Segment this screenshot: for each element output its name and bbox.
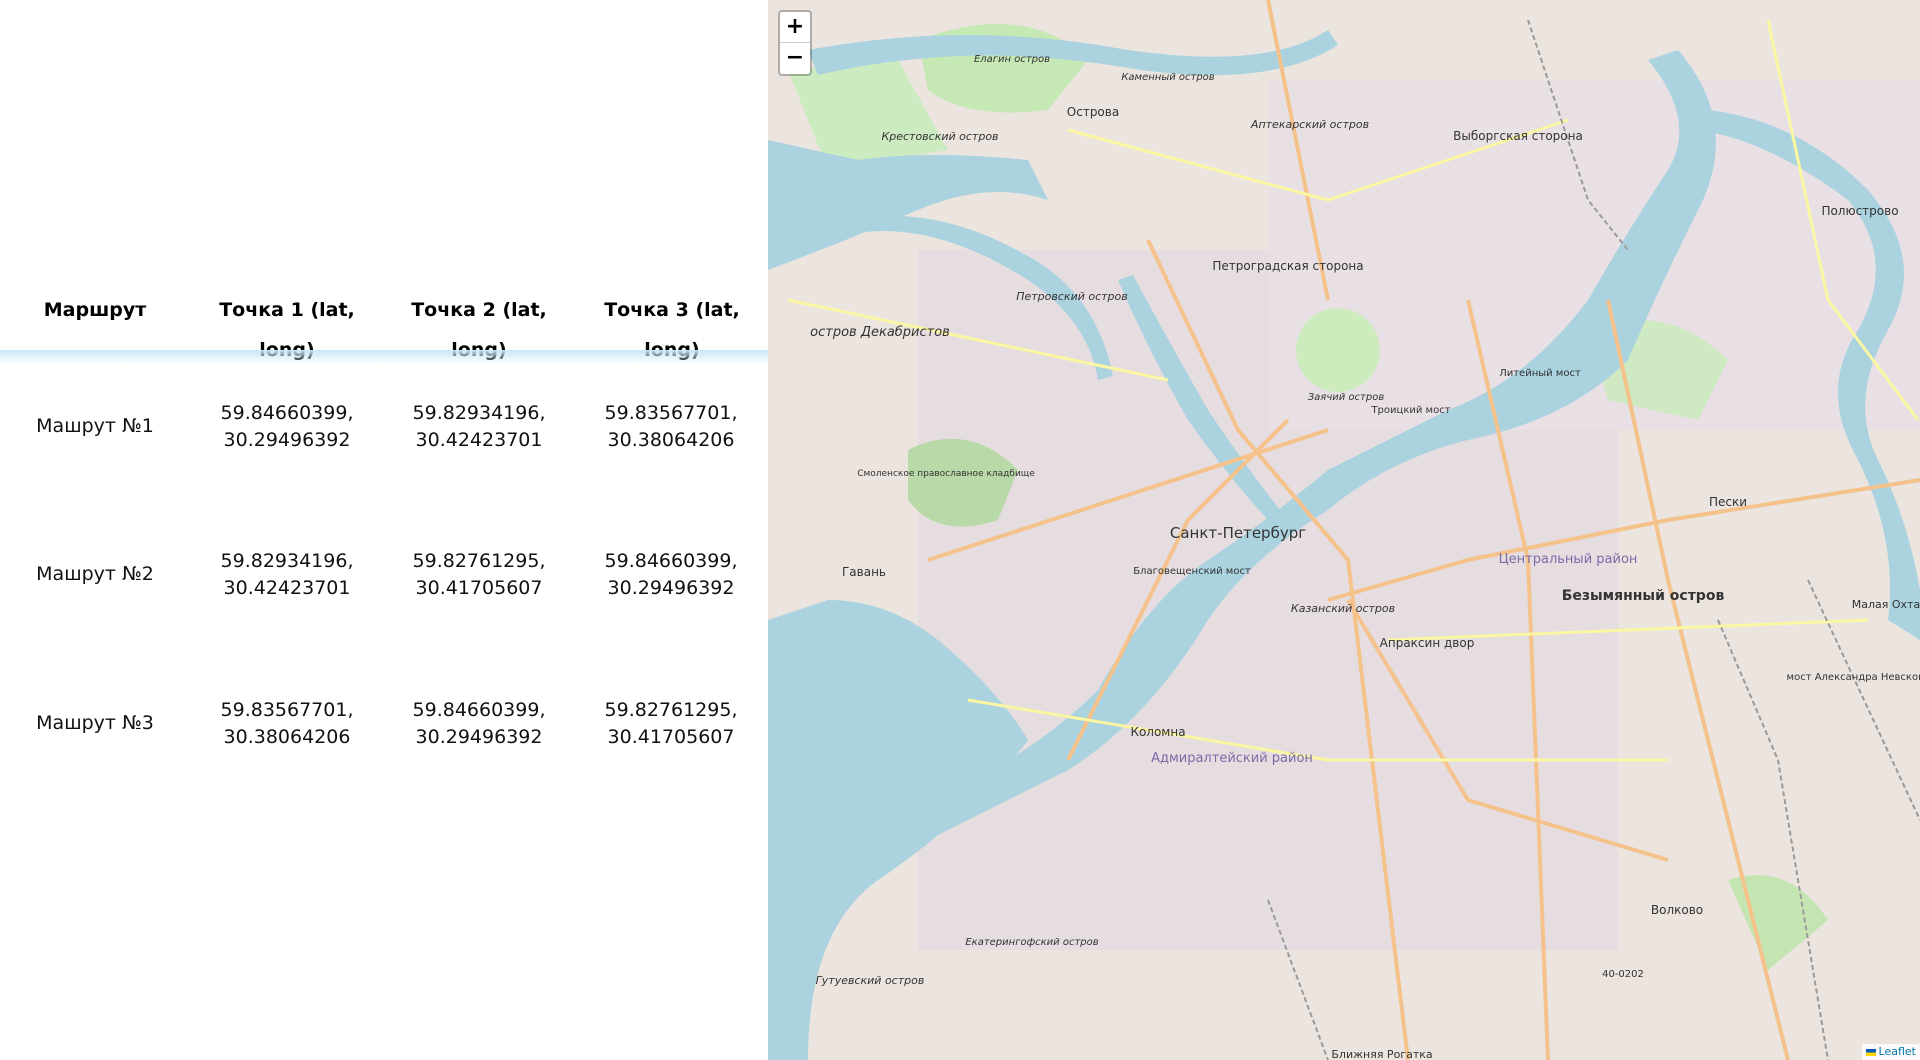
- svg-text:Екатерингофский остров: Екатерингофский остров: [965, 937, 1098, 948]
- point-3-cell: 59.84660399, 30.29496392: [604, 550, 738, 599]
- svg-text:Полюстрово: Полюстрово: [1821, 204, 1898, 218]
- svg-text:Малая Охта: Малая Охта: [1852, 598, 1920, 611]
- svg-text:Коломна: Коломна: [1130, 725, 1185, 739]
- map-tiles[interactable]: остров Декабристов Крестовский остров Са…: [768, 0, 1920, 1060]
- svg-text:Петроградская сторона: Петроградская сторона: [1212, 259, 1363, 273]
- route-name: Машрут №1: [36, 415, 154, 437]
- header-route: Маршрут: [43, 299, 147, 321]
- point-2-cell: 59.82761295, 30.41705607: [412, 550, 546, 599]
- svg-text:Литейный мост: Литейный мост: [1499, 368, 1581, 379]
- svg-text:Выборгская сторона: Выборгская сторона: [1453, 129, 1583, 143]
- point-2-cell: 59.84660399, 30.29496392: [412, 699, 546, 748]
- svg-text:Центральный район: Центральный район: [1499, 552, 1638, 567]
- svg-text:Адмиралтейский район: Адмиралтейский район: [1151, 751, 1313, 766]
- map-view[interactable]: остров Декабристов Крестовский остров Са…: [768, 0, 1920, 1060]
- table-row[interactable]: Машрут №2 59.82934196, 30.42423701 59.827…: [0, 548, 768, 608]
- routes-panel: Маршрут Точка 1 (lat, long) Точка 2 (lat…: [0, 0, 768, 1060]
- point-2-cell: 59.82934196, 30.42423701: [412, 402, 546, 451]
- svg-text:Гавань: Гавань: [842, 565, 886, 579]
- ukraine-flag-icon: [1865, 1048, 1876, 1056]
- svg-text:Ближняя Рогатка: Ближняя Рогатка: [1331, 1048, 1432, 1060]
- point-1-cell: 59.84660399, 30.29496392: [220, 402, 354, 451]
- svg-text:Санкт-Петербург: Санкт-Петербург: [1170, 524, 1306, 542]
- svg-text:Троицкий мост: Троицкий мост: [1370, 405, 1450, 416]
- svg-text:Острова: Острова: [1067, 105, 1119, 119]
- svg-text:Каменный остров: Каменный остров: [1121, 72, 1214, 83]
- table-row[interactable]: Машрут №3 59.83567701, 30.38064206 59.846…: [0, 697, 768, 757]
- route-name: Машрут №3: [36, 712, 154, 734]
- route-name: Машрут №2: [36, 563, 154, 585]
- svg-text:Крестовский остров: Крестовский остров: [881, 130, 998, 143]
- svg-text:Гутуевский остров: Гутуевский остров: [816, 974, 925, 987]
- point-1-cell: 59.83567701, 30.38064206: [220, 699, 354, 748]
- svg-text:Благовещенский мост: Благовещенский мост: [1133, 566, 1251, 577]
- svg-text:мост Александра Невского: мост Александра Невского: [1787, 672, 1920, 683]
- header-point-3: Точка 3 (lat, long): [604, 299, 740, 361]
- header-point-2: Точка 2 (lat, long): [411, 299, 547, 361]
- header-divider: [0, 350, 768, 364]
- table-row[interactable]: Машрут №1 59.84660399, 30.29496392 59.829…: [0, 400, 768, 460]
- svg-text:Пески: Пески: [1709, 495, 1747, 509]
- svg-text:остров Декабристов: остров Декабристов: [810, 325, 950, 340]
- map-attribution: Leaflet: [1861, 1044, 1920, 1060]
- point-1-cell: 59.82934196, 30.42423701: [220, 550, 354, 599]
- svg-text:Заячий остров: Заячий остров: [1308, 392, 1385, 403]
- table-header: Маршрут Точка 1 (lat, long) Точка 2 (lat…: [0, 290, 768, 361]
- leaflet-link[interactable]: Leaflet: [1879, 1045, 1916, 1058]
- svg-text:Петровский остров: Петровский остров: [1016, 290, 1128, 303]
- header-point-1: Точка 1 (lat, long): [219, 299, 355, 361]
- svg-text:Волково: Волково: [1651, 903, 1703, 917]
- zoom-out-button[interactable]: −: [780, 43, 810, 73]
- svg-text:Казанский остров: Казанский остров: [1291, 602, 1395, 615]
- svg-text:Смоленское православное кладби: Смоленское православное кладбище: [857, 469, 1035, 479]
- svg-text:Аптекарский остров: Аптекарский остров: [1250, 118, 1369, 131]
- svg-text:Апраксин двор: Апраксин двор: [1380, 636, 1475, 650]
- svg-text:Елагин остров: Елагин остров: [974, 54, 1050, 65]
- zoom-in-button[interactable]: +: [780, 12, 810, 43]
- svg-text:Безымянный остров: Безымянный остров: [1562, 588, 1725, 604]
- point-3-cell: 59.82761295, 30.41705607: [604, 699, 738, 748]
- svg-text:40-0202: 40-0202: [1602, 969, 1644, 980]
- zoom-control: + −: [778, 10, 812, 76]
- point-3-cell: 59.83567701, 30.38064206: [604, 402, 738, 451]
